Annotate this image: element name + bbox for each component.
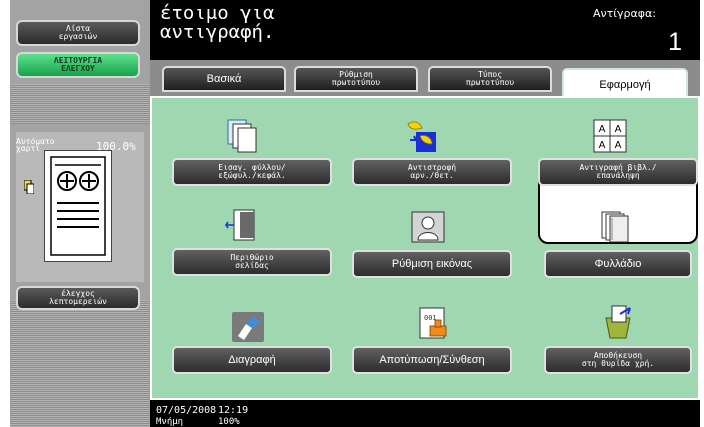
page-margin-button[interactable]: Περιθώριο σελίδας	[172, 248, 332, 276]
neg-pos-reverse-icon	[407, 121, 436, 152]
copies-label: Αντίγραφα:	[593, 7, 656, 20]
left-divider-stripes	[10, 84, 150, 124]
check-function-button[interactable]: ΛΕΙΤΟΥΡΓΙΑ ΕΛΕΓΧΟΥ	[16, 52, 140, 78]
footer-bar: 07/05/2008 12:19 Μνήμη 100%	[150, 400, 700, 427]
tab-basic[interactable]: Βασικά	[162, 66, 286, 92]
memory-label: Μνήμη	[156, 417, 184, 427]
stamp-composition-button[interactable]: Αποτύπωση/Σύνθεση	[352, 346, 512, 374]
left-panel: Λίστα εργασιών ΛΕΙΤΟΥΡΓΙΑ ΕΛΕΓΧΟΥ Αυτόμα…	[10, 0, 150, 427]
booklet-icon	[601, 211, 629, 243]
page-margin-icon	[225, 209, 255, 241]
copy-preview	[44, 150, 112, 262]
left-bottom-stripes	[10, 300, 150, 427]
status-bar: έτοιμο για αντιγραφή. Αντίγραφα: 1	[150, 0, 700, 60]
original-set-icon	[24, 180, 34, 194]
insert-sheet-button[interactable]: Εισαγ. φύλλου/ εξώφυλ./κεφάλ.	[172, 158, 332, 186]
svg-text:A: A	[615, 124, 622, 135]
stamp-composition-icon: 001	[419, 307, 447, 339]
neg-pos-reverse-button[interactable]: Αντιστροφή αρν./θετ.	[352, 158, 512, 186]
time-display: 12:19	[218, 405, 249, 416]
tab-bar: Βασικά Ρύθμιση πρωτοτύπου Τύπος πρωτοτύπ…	[150, 60, 700, 100]
date-display: 07/05/2008	[156, 405, 217, 416]
insert-sheet-icon	[227, 119, 257, 153]
tab-original-setting[interactable]: Ρύθμιση πρωτοτύπου	[294, 66, 418, 92]
save-user-box-button[interactable]: Αποθήκευση στη θυρίδα χρή.	[544, 346, 692, 374]
book-copy-repeat-button[interactable]: Αντιγραφή βιβλ./ επανάληψη	[538, 158, 698, 186]
memory-value: 100%	[218, 417, 240, 427]
erase-button[interactable]: Διαγραφή	[172, 346, 332, 374]
svg-text:A: A	[615, 140, 622, 151]
image-adjust-button[interactable]: Ρύθμιση εικόνας	[352, 250, 512, 278]
copier-screen: Λίστα εργασιών ΛΕΙΤΟΥΡΓΙΑ ΕΛΕΓΧΟΥ Αυτόμα…	[10, 0, 700, 427]
job-list-button[interactable]: Λίστα εργασιών	[16, 20, 140, 46]
tab-original-type[interactable]: Τύπος πρωτοτύπου	[428, 66, 552, 92]
save-user-box-icon	[605, 305, 631, 339]
svg-text:A: A	[599, 124, 606, 135]
application-panel: Εισαγ. φύλλου/ εξώφυλ./κεφάλ. Αντιστροφή…	[150, 96, 700, 400]
erase-icon	[232, 312, 264, 342]
copy-preview-graphic	[50, 156, 106, 256]
book-copy-repeat-icon: A A A A	[593, 119, 627, 153]
check-details-button[interactable]: έλεγχος λεπτομερειών	[16, 286, 140, 310]
svg-text:A: A	[599, 140, 606, 151]
status-message: έτοιμο για αντιγραφή.	[160, 2, 275, 43]
image-adjust-icon	[411, 211, 445, 243]
booklet-button[interactable]: Φυλλάδιο	[544, 250, 692, 278]
copies-count: 1	[668, 28, 682, 56]
